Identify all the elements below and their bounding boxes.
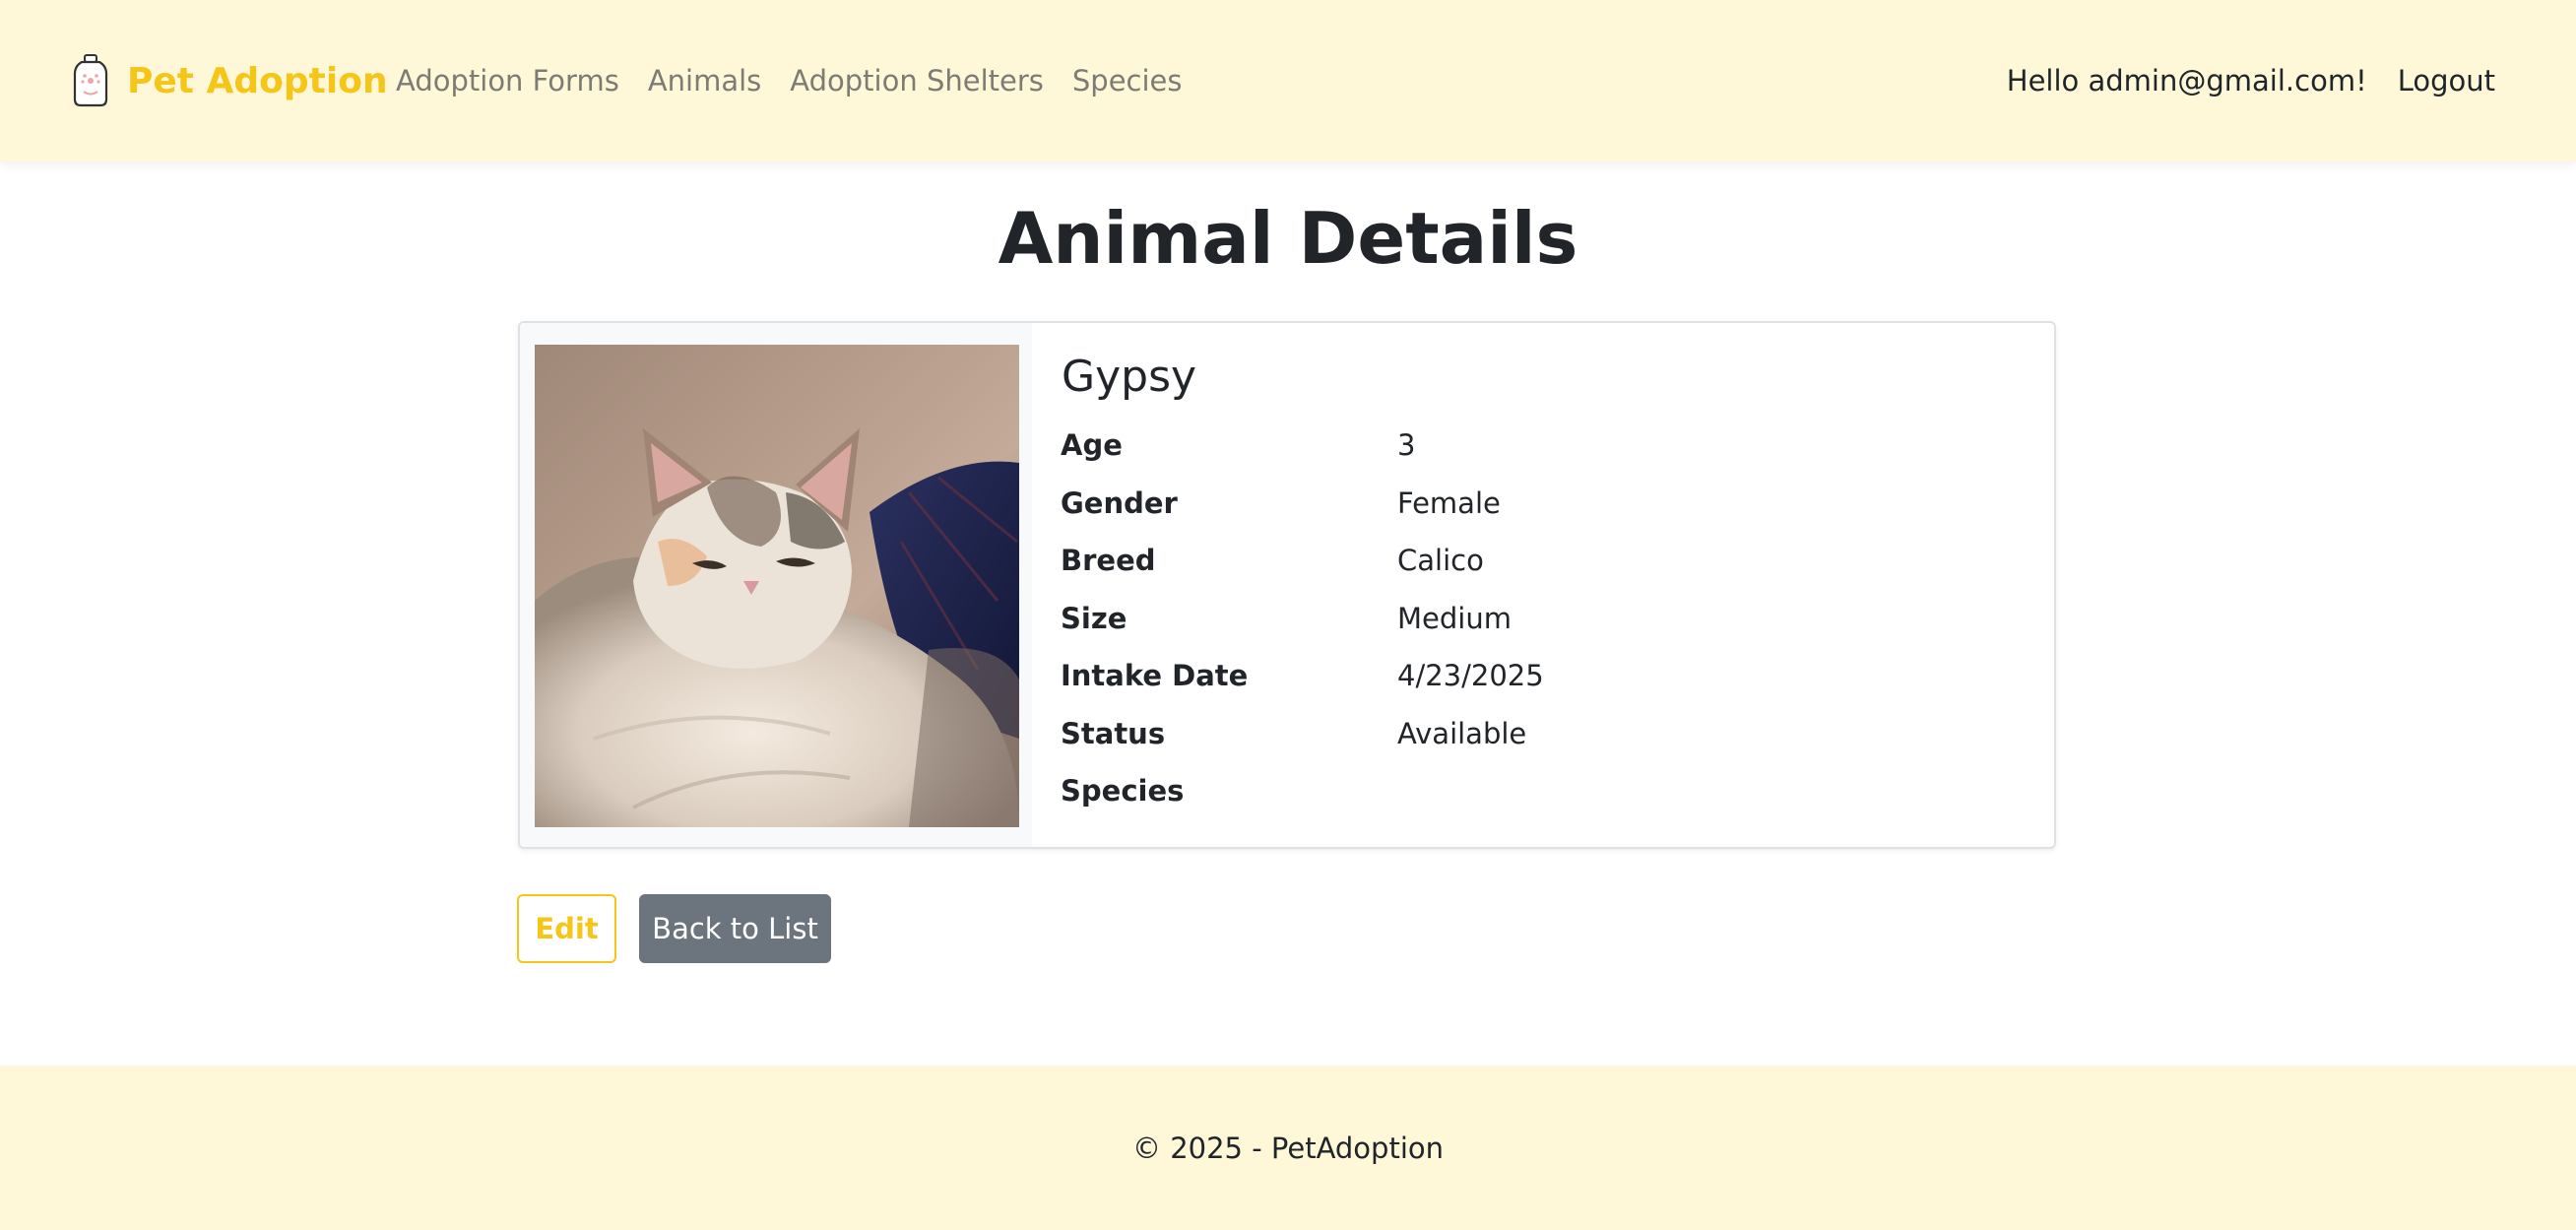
calico-cat-photo xyxy=(535,345,1019,827)
user-greeting[interactable]: Hello admin@gmail.com! xyxy=(2007,59,2367,102)
footer: © 2025 - PetAdoption xyxy=(0,1066,2576,1230)
user-nav: Hello admin@gmail.com! Logout xyxy=(2007,59,2495,102)
detail-value: 4/23/2025 xyxy=(1397,659,1544,692)
main-nav: Adoption Forms Animals Adoption Shelters… xyxy=(396,59,1211,102)
top-navbar: Pet Adoption Adoption Forms Animals Adop… xyxy=(0,0,2576,162)
edit-button[interactable]: Edit xyxy=(517,894,616,963)
detail-label: Breed xyxy=(1061,544,1156,577)
detail-label: Size xyxy=(1061,601,1127,635)
page-title: Animal Details xyxy=(998,197,1578,280)
logout-link[interactable]: Logout xyxy=(2398,59,2495,102)
detail-value: Available xyxy=(1397,716,1527,750)
detail-value: 3 xyxy=(1397,428,1416,462)
detail-value: Medium xyxy=(1397,601,1512,635)
footer-copyright: © 2025 - PetAdoption xyxy=(1131,1131,1445,1165)
brand-link[interactable]: Pet Adoption xyxy=(72,51,388,110)
detail-label: Status xyxy=(1061,716,1166,750)
detail-value: Female xyxy=(1397,486,1501,520)
nav-animals[interactable]: Animals xyxy=(648,59,761,102)
detail-label: Species xyxy=(1061,774,1185,808)
animal-image-column xyxy=(520,323,1032,847)
animal-name: Gypsy xyxy=(1062,352,1197,402)
back-to-list-button[interactable]: Back to List xyxy=(639,894,831,963)
detail-label: Intake Date xyxy=(1061,659,1249,692)
nav-species[interactable]: Species xyxy=(1072,59,1183,102)
pet-bottle-logo-icon xyxy=(73,54,108,107)
nav-adoption-shelters[interactable]: Adoption Shelters xyxy=(790,59,1044,102)
detail-label: Age xyxy=(1061,428,1123,462)
detail-label: Gender xyxy=(1061,486,1178,520)
nav-adoption-forms[interactable]: Adoption Forms xyxy=(396,59,619,102)
animal-card: Gypsy xyxy=(518,321,2056,849)
detail-value: Calico xyxy=(1397,544,1484,577)
brand-name: Pet Adoption xyxy=(127,60,388,101)
